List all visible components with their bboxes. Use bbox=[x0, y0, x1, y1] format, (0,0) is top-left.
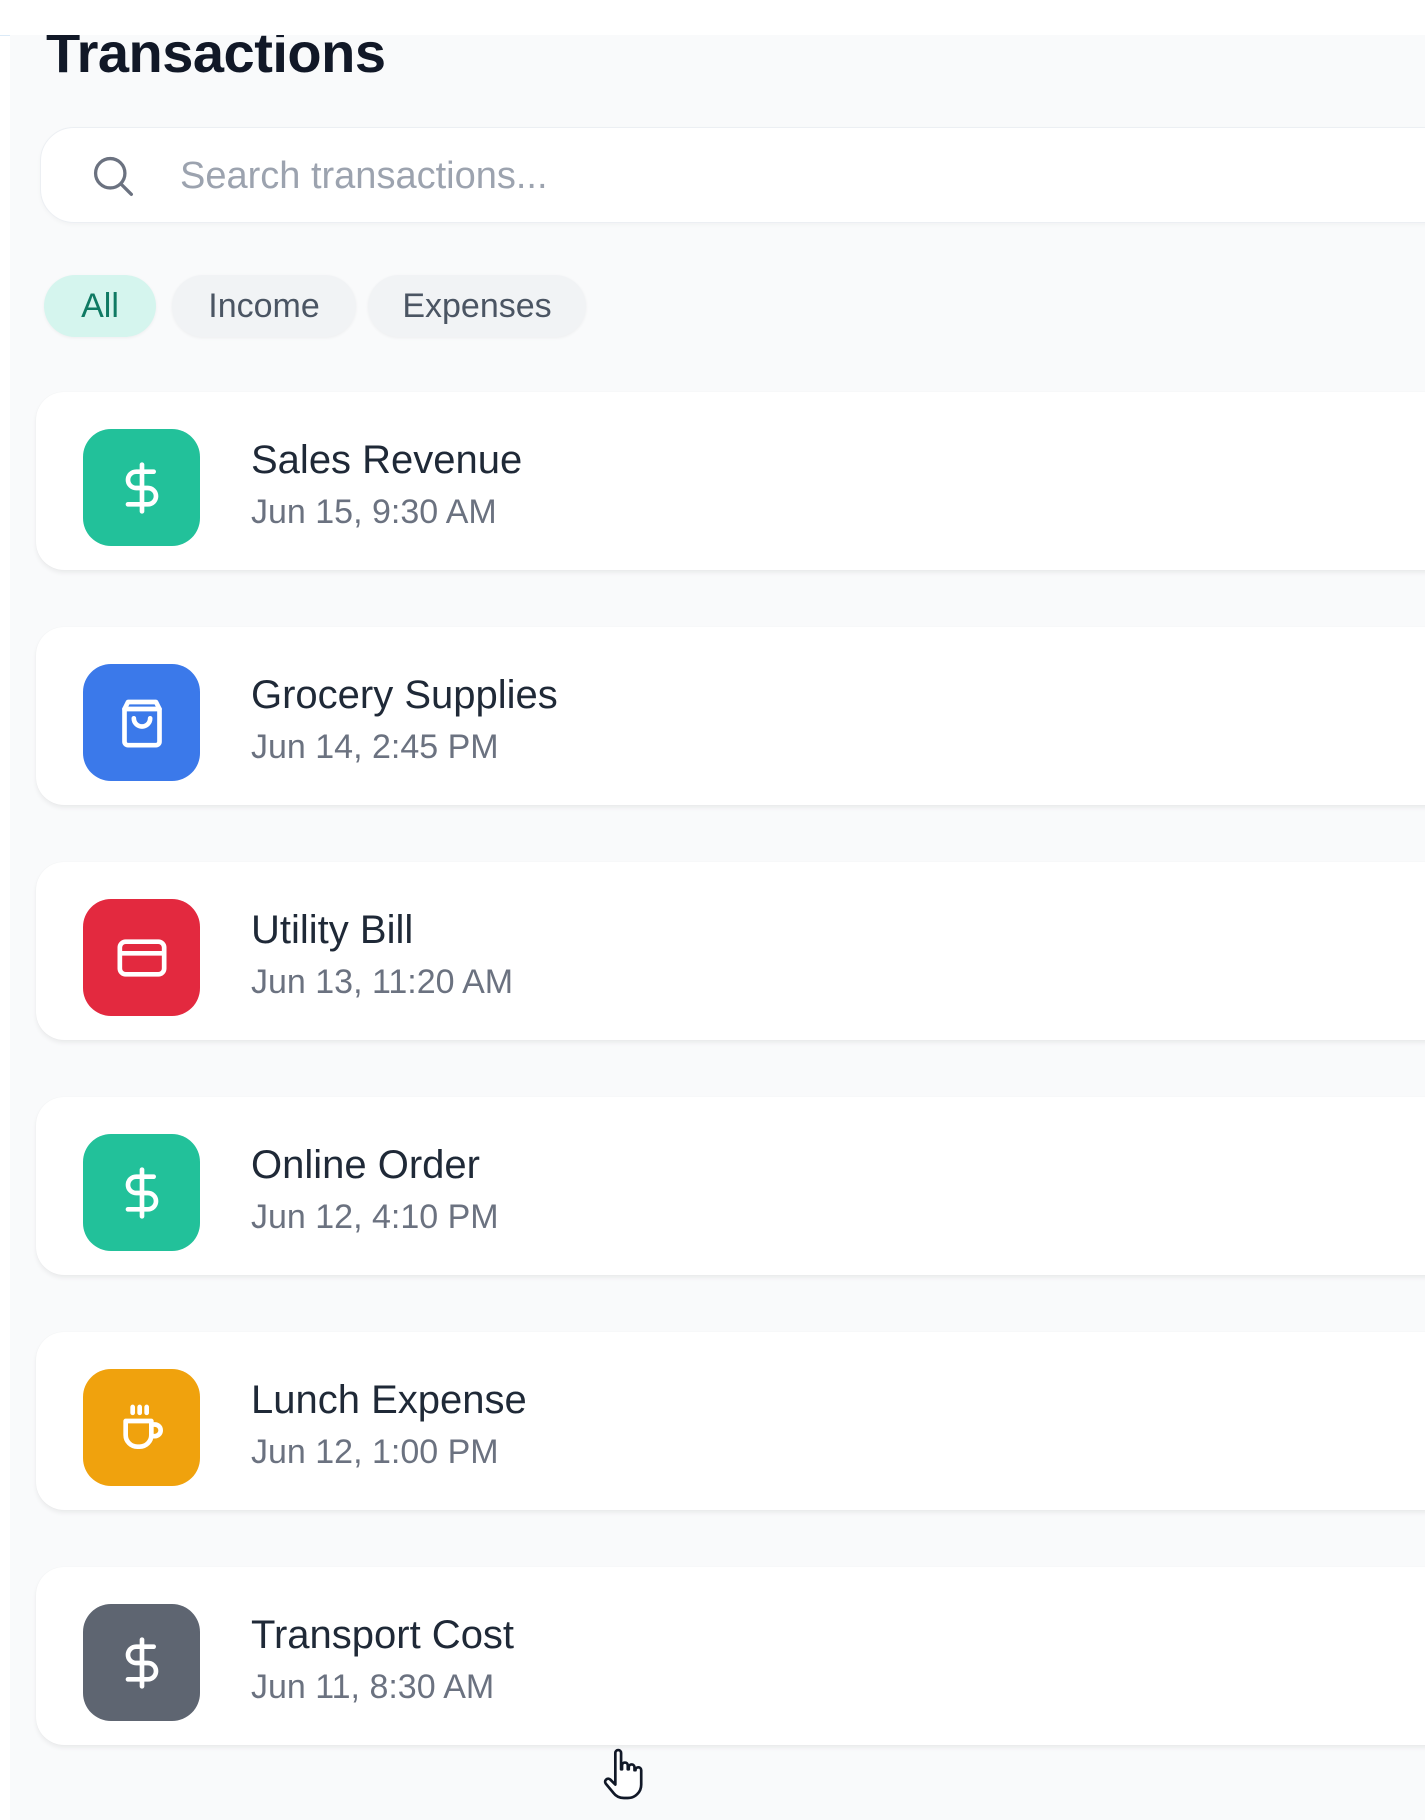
transaction-row[interactable]: Transport Cost Jun 11, 8:30 AM bbox=[36, 1567, 1425, 1745]
credit-card-icon bbox=[117, 938, 167, 977]
dollar-icon bbox=[125, 1166, 158, 1219]
transaction-time: Jun 12, 1:00 PM bbox=[251, 1433, 499, 1471]
transaction-icon-badge bbox=[83, 1604, 200, 1721]
transaction-time: Jun 11, 8:30 AM bbox=[251, 1668, 495, 1706]
coffee-cup-icon bbox=[122, 1404, 163, 1449]
shopping-bag-icon bbox=[121, 699, 162, 747]
dollar-icon bbox=[125, 461, 158, 514]
transaction-row[interactable]: Grocery Supplies Jun 14, 2:45 PM bbox=[36, 627, 1425, 805]
transaction-icon-badge bbox=[83, 1134, 200, 1251]
hand-cursor-icon bbox=[603, 1748, 643, 1800]
transaction-row[interactable]: Lunch Expense Jun 12, 1:00 PM bbox=[36, 1332, 1425, 1510]
transaction-time: Jun 12, 4:10 PM bbox=[251, 1198, 499, 1236]
transaction-name: Transport Cost bbox=[251, 1613, 515, 1657]
transaction-name: Sales Revenue bbox=[251, 438, 523, 482]
filter-income[interactable]: Income bbox=[172, 275, 356, 337]
transaction-name: Utility Bill bbox=[251, 908, 414, 952]
transaction-icon-badge bbox=[83, 899, 200, 1016]
filter-expenses[interactable]: Expenses bbox=[368, 275, 586, 337]
transaction-name: Lunch Expense bbox=[251, 1378, 527, 1422]
transaction-row[interactable]: Online Order Jun 12, 4:10 PM bbox=[36, 1097, 1425, 1275]
transaction-time: Jun 13, 11:20 AM bbox=[251, 963, 514, 1001]
transaction-icon-badge bbox=[83, 664, 200, 781]
dollar-icon bbox=[125, 1636, 158, 1689]
transaction-name: Grocery Supplies bbox=[251, 673, 558, 717]
transaction-icon-badge bbox=[83, 1369, 200, 1486]
transaction-row[interactable]: Utility Bill Jun 13, 11:20 AM bbox=[36, 862, 1425, 1040]
search-bar[interactable] bbox=[40, 127, 1425, 223]
filter-all[interactable]: All bbox=[44, 275, 156, 337]
search-input[interactable] bbox=[178, 150, 1082, 202]
transactions-panel: Transactions All Income Expenses Sales R… bbox=[10, 35, 1425, 1820]
transaction-name: Online Order bbox=[251, 1143, 480, 1187]
transaction-time: Jun 14, 2:45 PM bbox=[251, 728, 499, 766]
search-icon bbox=[93, 156, 133, 196]
transaction-row[interactable]: Sales Revenue Jun 15, 9:30 AM bbox=[36, 392, 1425, 570]
transaction-icon-badge bbox=[83, 429, 200, 546]
transaction-time: Jun 15, 9:30 AM bbox=[251, 493, 497, 531]
page-title: Transactions bbox=[46, 35, 386, 84]
